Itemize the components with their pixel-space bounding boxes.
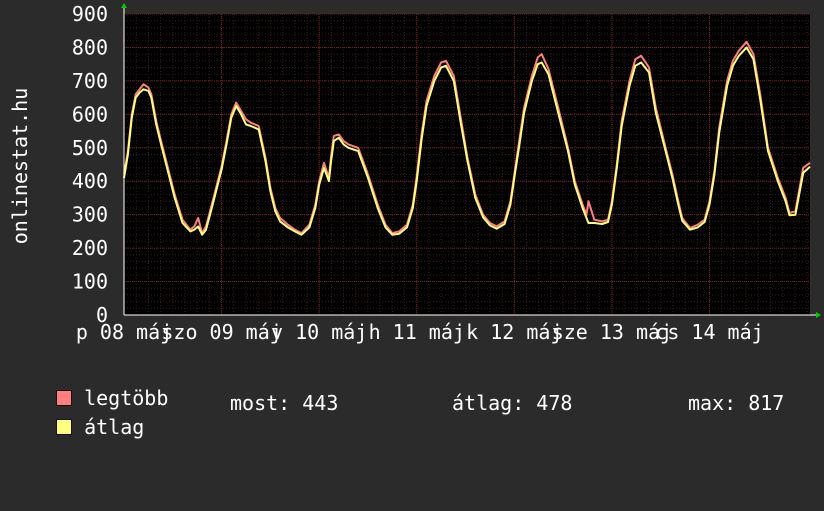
y-tick-label: 200 [72,236,108,260]
chart: 0100200300400500600700800900 p 08 májszo… [8,2,821,344]
x-axis-arrow [816,312,821,318]
x-tick-label: p 08 máj [76,320,172,344]
stat-avg: átlag: 478 [452,391,572,415]
y-tick-label: 900 [72,2,108,26]
stat-max-value: 817 [748,391,785,415]
y-axis-arrow [121,3,127,8]
y-tick-label: 500 [72,136,108,160]
stat-avg-label: átlag: [452,391,525,415]
x-tick-label: v 10 máj [271,320,367,344]
x-tick-label: cs 14 máj [655,320,763,344]
stat-max-label: max: [688,391,737,415]
legend-row-max: legtöbb [32,362,168,410]
stat-avg-value: 478 [536,391,573,415]
stat-now-value: 443 [302,391,339,415]
y-tick-labels: 0100200300400500600700800900 [72,2,108,327]
side-label: onlinestat.hu [8,88,32,245]
stat-now-label: most: [230,391,291,415]
x-tick-label: k 12 máj [466,320,562,344]
legend-label-avg: átlag [84,415,145,439]
y-tick-label: 800 [72,35,108,59]
x-tick-label: sze 13 máj [552,320,672,344]
legend-row-avg: átlag most: 443 átlag: 478 max: 817 [32,391,812,439]
y-tick-label: 600 [72,102,108,126]
y-tick-label: 700 [72,69,108,93]
x-tick-label: szo 09 máj [161,320,281,344]
y-tick-label: 100 [72,270,108,294]
plot-background [124,14,810,315]
y-tick-label: 400 [72,169,108,193]
legend-swatch-avg [56,419,73,435]
x-tick-labels: p 08 májszo 09 májv 10 máj h 11 máj k 12 m… [76,320,764,344]
x-tick-label: h 11 máj [369,320,465,344]
stat-max: max: 817 [688,391,784,415]
stat-now: most: 443 [230,391,338,415]
y-tick-label: 300 [72,203,108,227]
